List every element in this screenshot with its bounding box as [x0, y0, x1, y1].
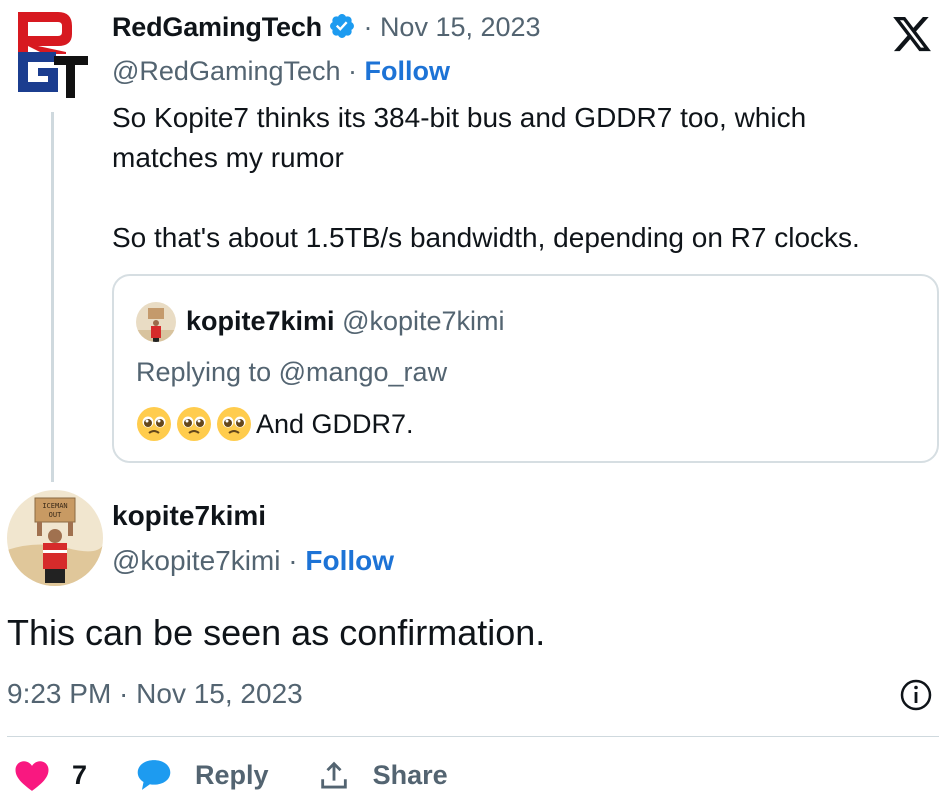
quote-display-name[interactable]: kopite7kimi [186, 306, 335, 336]
quoted-tweet-text: So Kopite7 thinks its 384-bit bus and GD… [112, 102, 860, 253]
tweet-text: This can be seen as confirmation. [7, 612, 546, 653]
x-logo-icon[interactable] [891, 13, 933, 55]
quote-body-text: And GDDR7. [256, 408, 414, 439]
follow-link[interactable]: Follow [365, 56, 450, 86]
divider [7, 736, 939, 737]
info-icon[interactable] [899, 678, 933, 712]
verified-badge-icon [329, 14, 354, 38]
quote-handle[interactable]: @kopite7kimi [342, 306, 504, 336]
rgt-logo-icon[interactable] [14, 6, 88, 98]
reply-label: Reply [195, 759, 269, 790]
pleading-face-emoji-icon [217, 407, 251, 441]
tweet-timestamp[interactable]: 9:23 PM · Nov 15, 2023 [7, 678, 303, 710]
like-button[interactable]: 7 [14, 758, 87, 792]
user-handle[interactable]: @RedGamingTech [112, 56, 341, 86]
display-name[interactable]: RedGamingTech [112, 12, 322, 42]
quoted-tweet-subheader: @RedGamingTech · Follow [112, 56, 450, 86]
share-icon [320, 761, 347, 789]
main-tweet-subheader: @kopite7kimi · Follow [112, 545, 395, 576]
heart-icon [15, 761, 49, 791]
replying-to: Replying to @mango_raw [136, 357, 448, 387]
thread-line [51, 112, 54, 482]
display-name[interactable]: kopite7kimi [112, 500, 266, 532]
pleading-face-emoji-icon [137, 407, 171, 441]
quote-header: kopite7kimi @kopite7kimi [186, 306, 505, 337]
avatar[interactable]: ICEMAN OUT [7, 490, 103, 586]
avatar-sign-text: ICEMAN [42, 502, 67, 510]
svg-text:OUT: OUT [49, 511, 62, 519]
share-button[interactable]: Share [317, 758, 448, 792]
like-count: 7 [72, 759, 88, 790]
quoted-tweet-header: RedGamingTech · Nov 15, 2023 [112, 12, 541, 42]
share-label: Share [372, 759, 448, 790]
user-handle[interactable]: @kopite7kimi [112, 545, 280, 576]
reply-button[interactable]: Reply [135, 758, 269, 792]
avatar[interactable] [136, 302, 176, 342]
reply-bubble-icon [137, 760, 171, 790]
pleading-face-emoji-icon [177, 407, 211, 441]
quote-card[interactable]: kopite7kimi @kopite7kimi Replying to @ma… [112, 274, 939, 463]
tweet-date[interactable]: Nov 15, 2023 [380, 12, 541, 42]
action-bar: 7 Reply Share [14, 758, 448, 792]
quote-text: And GDDR7. [136, 406, 414, 442]
follow-link[interactable]: Follow [305, 545, 394, 576]
